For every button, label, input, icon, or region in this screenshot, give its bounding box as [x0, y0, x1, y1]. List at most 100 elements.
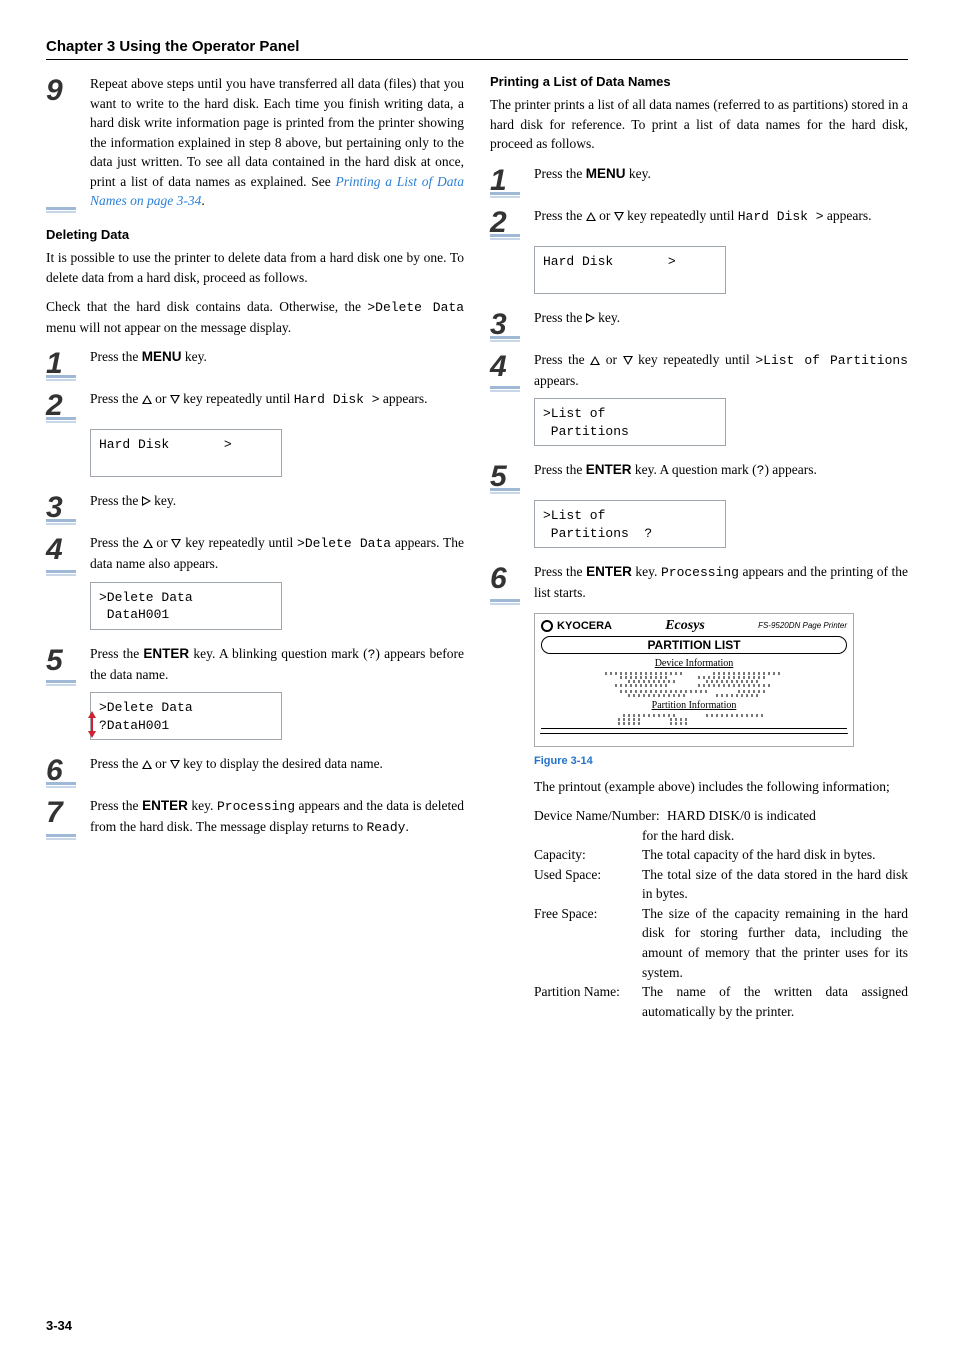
ecosys-logo: Ecosys: [665, 618, 705, 633]
text: key repeatedly until: [180, 391, 294, 406]
text: appears.: [380, 391, 428, 406]
right-step-3: 3 Press the key.: [490, 308, 908, 340]
text: Repeat above steps until you have transf…: [90, 76, 464, 189]
step-number: 9: [46, 74, 90, 211]
step-underline-icon: [46, 782, 76, 788]
printing-list-heading: Printing a List of Data Names: [490, 74, 908, 89]
text: key.: [182, 349, 207, 364]
step-underline-icon: [490, 488, 520, 494]
step-number: 3: [46, 491, 90, 523]
model-text: FS-9520DN Page Printer: [758, 621, 847, 630]
info-row: Used Space:The total size of the data st…: [534, 865, 908, 904]
step-number: 6: [490, 562, 534, 602]
text: or: [152, 391, 170, 406]
key-name: ENTER: [143, 646, 189, 661]
left-step-1: 1 Press the MENU key.: [46, 347, 464, 379]
step-number: 6: [46, 754, 90, 786]
step-number: 7: [46, 796, 90, 838]
paragraph: The printout (example above) includes th…: [534, 777, 908, 797]
text: Press the: [90, 798, 142, 813]
info-key: Free Space:: [534, 904, 642, 982]
brand-logo: KYOCERA: [541, 620, 612, 632]
lcd-line: >List of: [543, 508, 605, 523]
step-number: 1: [46, 347, 90, 379]
step-underline-icon: [490, 599, 520, 605]
text: key to display the desired data name.: [180, 756, 383, 771]
blinking-cursor-icon: [85, 715, 99, 739]
lcd-display: Hard Disk >: [90, 429, 282, 477]
lcd-line: >Delete Data: [99, 590, 193, 605]
text: key.: [151, 493, 176, 508]
code-text: Processing: [217, 799, 295, 814]
key-name: ENTER: [586, 564, 632, 579]
left-step-7: 7 Press the ENTER key. Processing appear…: [46, 796, 464, 838]
info-value: The total capacity of the hard disk in b…: [642, 845, 908, 865]
info-value: HARD DISK/0 is indicated: [667, 808, 816, 823]
lcd-line: Partitions: [543, 424, 629, 439]
step-underline-icon: [46, 417, 76, 423]
code-text: >Delete Data: [367, 300, 464, 315]
step-number-digit: 4: [46, 535, 90, 565]
step-underline-icon: [490, 336, 520, 342]
lcd-line: DataH001: [99, 607, 169, 622]
info-value: The size of the capacity remaining in th…: [642, 904, 908, 982]
up-arrow-icon: [142, 395, 152, 404]
step-number-digit: 9: [46, 76, 90, 106]
code-text: >Delete Data: [297, 536, 391, 551]
step-number-digit: 6: [490, 564, 534, 594]
figure-subhead: Partition Information: [535, 700, 853, 711]
right-arrow-icon: [142, 496, 151, 506]
left-step-4: 4 Press the or key repeatedly until >Del…: [46, 533, 464, 573]
text: Press the: [90, 493, 142, 508]
right-step-2: 2 Press the or key repeatedly until Hard…: [490, 206, 908, 238]
step-body: Press the or key repeatedly until >Delet…: [90, 533, 464, 573]
paragraph: Check that the hard disk contains data. …: [46, 297, 464, 337]
text: .: [405, 819, 408, 834]
step-body: Press the ENTER key. A blinking question…: [90, 644, 464, 684]
right-step-4: 4 Press the or key repeatedly until >Lis…: [490, 350, 908, 390]
step-number: 4: [490, 350, 534, 390]
lcd-line: ?DataH001: [99, 718, 169, 733]
text: Press the: [534, 462, 586, 477]
up-arrow-icon: [590, 356, 600, 365]
text: key. A question mark (: [632, 462, 757, 477]
text: Check that the hard disk contains data. …: [46, 299, 367, 314]
info-definitions: Device Name/Number: HARD DISK/0 is indic…: [534, 806, 908, 1021]
step-number: 2: [490, 206, 534, 238]
figure-title: PARTITION LIST: [541, 636, 847, 654]
step-body: Press the or key repeatedly until Hard D…: [534, 206, 908, 238]
text: Press the: [534, 310, 586, 325]
text: key.: [595, 310, 620, 325]
text: Press the: [90, 391, 142, 406]
figure-subhead: Device Information: [535, 658, 853, 669]
step-body: Press the MENU key.: [90, 347, 464, 379]
step-body: Press the MENU key.: [534, 164, 908, 196]
figure-header: KYOCERA Ecosys FS-9520DN Page Printer: [535, 614, 853, 636]
info-row: Free Space:The size of the capacity rema…: [534, 904, 908, 982]
step-body: Press the ENTER key. Processing appears …: [534, 562, 908, 602]
info-value: The name of the written data assigned au…: [642, 982, 908, 1021]
text: Press the: [534, 564, 586, 579]
logo-ring-icon: [541, 620, 553, 632]
key-name: MENU: [142, 349, 182, 364]
down-arrow-icon: [170, 760, 180, 769]
step-underline-icon: [490, 386, 520, 392]
step-underline-icon: [490, 234, 520, 240]
left-step-3: 3 Press the key.: [46, 491, 464, 523]
text: Press the: [90, 646, 143, 661]
down-arrow-icon: [614, 212, 624, 221]
step-body: Press the or key to display the desired …: [90, 754, 464, 786]
lcd-line: Partitions ?: [543, 526, 652, 541]
lcd-display: >Delete Data DataH001: [90, 582, 282, 630]
right-step-5: 5 Press the ENTER key. A question mark (…: [490, 460, 908, 492]
info-key: Capacity:: [534, 845, 642, 865]
left-column: 9 Repeat above steps until you have tran…: [46, 74, 464, 1021]
text: or: [153, 535, 172, 550]
step-number: 2: [46, 389, 90, 421]
info-row: Device Name/Number: HARD DISK/0 is indic…: [534, 806, 908, 845]
code-text: Hard Disk >: [738, 209, 824, 224]
down-arrow-icon: [171, 539, 181, 548]
brand-text: KYOCERA: [557, 620, 612, 632]
step-underline-icon: [46, 375, 76, 381]
text: key.: [188, 798, 217, 813]
